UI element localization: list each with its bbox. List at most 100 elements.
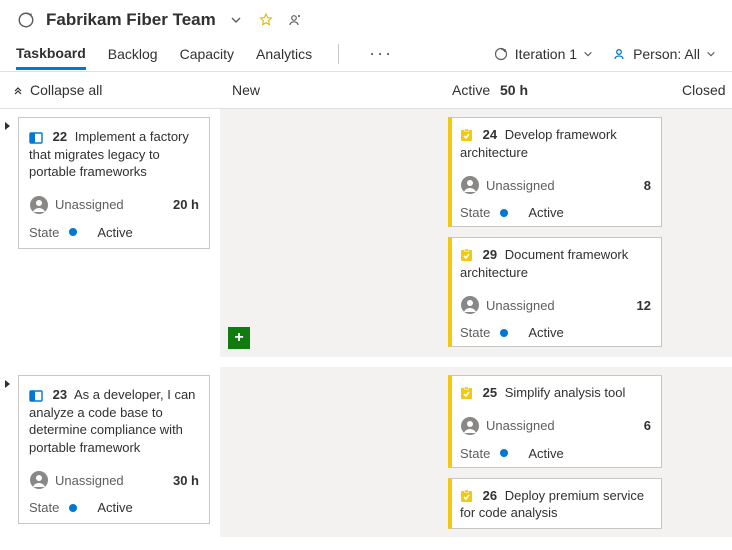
unassigned-icon xyxy=(460,175,480,195)
assignee[interactable]: Unassigned xyxy=(29,470,124,490)
task-icon xyxy=(460,249,473,262)
chevron-down-icon xyxy=(706,49,716,59)
column-active-label: Active xyxy=(452,82,490,98)
assignee-label: Unassigned xyxy=(55,197,124,212)
chevron-down-icon[interactable] xyxy=(226,10,246,30)
task-icon xyxy=(460,387,473,400)
new-cell[interactable] xyxy=(220,367,440,537)
add-task-button[interactable]: + xyxy=(228,327,250,349)
new-cell[interactable]: + xyxy=(220,109,440,357)
column-active-hours: 50 h xyxy=(500,82,528,98)
card-id: 24 xyxy=(483,127,497,142)
more-menu[interactable]: ··· xyxy=(365,43,397,64)
assignee-label: Unassigned xyxy=(486,418,555,433)
state-value: Active xyxy=(528,325,563,340)
card-hours: 6 xyxy=(644,418,651,433)
column-new-header: New xyxy=(220,72,440,108)
task-card[interactable]: 24 Develop framework architecture Unassi… xyxy=(448,117,662,227)
people-icon[interactable] xyxy=(286,10,306,30)
story-card[interactable]: 22 Implement a factory that migrates leg… xyxy=(18,117,210,249)
state-label: State xyxy=(29,225,59,240)
task-card[interactable]: 25 Simplify analysis tool Unassigned 6 S… xyxy=(448,375,662,468)
task-icon xyxy=(460,490,473,503)
divider xyxy=(338,44,339,64)
unassigned-icon xyxy=(29,470,49,490)
collapse-icon xyxy=(12,84,24,96)
card-title: 29 Document framework architecture xyxy=(460,246,651,281)
column-active-header: Active 50 h xyxy=(440,72,670,108)
card-title: 23 As a developer, I can analyze a code … xyxy=(29,386,199,456)
state-label: State xyxy=(460,446,490,461)
page-header: Fabrikam Fiber Team xyxy=(0,0,732,36)
person-filter[interactable]: Person: All xyxy=(611,46,716,62)
team-icon xyxy=(16,10,36,30)
state-row: State Active xyxy=(460,446,651,461)
column-closed-header: Closed xyxy=(670,72,732,108)
tab-backlog[interactable]: Backlog xyxy=(108,40,158,68)
unassigned-icon xyxy=(29,195,49,215)
assignee-label: Unassigned xyxy=(486,178,555,193)
column-headers: Collapse all New Active 50 h Closed xyxy=(0,72,732,109)
state-dot-icon xyxy=(69,504,77,512)
task-card[interactable]: 26 Deploy premium service for code analy… xyxy=(448,478,662,529)
state-value: Active xyxy=(528,446,563,461)
closed-cell[interactable] xyxy=(670,367,732,537)
iteration-selector[interactable]: Iteration 1 xyxy=(493,46,593,62)
iteration-label: Iteration 1 xyxy=(515,46,577,62)
state-value: Active xyxy=(97,500,132,515)
card-id: 29 xyxy=(483,247,497,262)
state-row: State Active xyxy=(460,205,651,220)
story-icon xyxy=(29,132,43,144)
card-title: 25 Simplify analysis tool xyxy=(460,384,651,402)
card-id: 26 xyxy=(483,488,497,503)
unassigned-icon xyxy=(460,416,480,436)
tab-analytics[interactable]: Analytics xyxy=(256,40,312,68)
story-card[interactable]: 23 As a developer, I can analyze a code … xyxy=(18,375,210,524)
tab-capacity[interactable]: Capacity xyxy=(180,40,234,68)
person-icon xyxy=(611,46,627,62)
state-row: State Active xyxy=(29,500,199,515)
card-title: 24 Develop framework architecture xyxy=(460,126,651,161)
swimlane-row: 22 Implement a factory that migrates leg… xyxy=(0,109,732,357)
card-hours: 12 xyxy=(637,298,651,313)
star-icon[interactable] xyxy=(256,10,276,30)
collapse-all-label: Collapse all xyxy=(30,82,102,98)
assignee-label: Unassigned xyxy=(55,473,124,488)
state-row: State Active xyxy=(29,225,199,240)
assignee[interactable]: Unassigned xyxy=(460,295,555,315)
card-title: 22 Implement a factory that migrates leg… xyxy=(29,128,199,181)
card-text: Simplify analysis tool xyxy=(505,385,626,400)
task-icon xyxy=(460,129,473,142)
assignee-label: Unassigned xyxy=(486,298,555,313)
team-name[interactable]: Fabrikam Fiber Team xyxy=(46,10,216,30)
tab-taskboard[interactable]: Taskboard xyxy=(16,39,86,70)
state-value: Active xyxy=(528,205,563,220)
state-label: State xyxy=(460,205,490,220)
tab-bar: Taskboard Backlog Capacity Analytics ···… xyxy=(0,36,732,72)
state-row: State Active xyxy=(460,325,651,340)
person-filter-label: Person: All xyxy=(633,46,700,62)
card-hours: 30 h xyxy=(173,473,199,488)
card-id: 23 xyxy=(53,387,67,402)
card-hours: 8 xyxy=(644,178,651,193)
task-card[interactable]: 29 Document framework architecture Unass… xyxy=(448,237,662,347)
closed-cell[interactable] xyxy=(670,109,732,357)
unassigned-icon xyxy=(460,295,480,315)
assignee[interactable]: Unassigned xyxy=(460,175,555,195)
assignee[interactable]: Unassigned xyxy=(460,416,555,436)
state-label: State xyxy=(460,325,490,340)
active-cell[interactable]: 25 Simplify analysis tool Unassigned 6 S… xyxy=(440,367,670,537)
state-dot-icon xyxy=(500,209,508,217)
active-cell[interactable]: 24 Develop framework architecture Unassi… xyxy=(440,109,670,357)
state-dot-icon xyxy=(500,449,508,457)
card-id: 25 xyxy=(483,385,497,400)
card-title: 26 Deploy premium service for code analy… xyxy=(460,487,651,522)
card-hours: 20 h xyxy=(173,197,199,212)
collapse-all-button[interactable]: Collapse all xyxy=(0,72,220,108)
assignee[interactable]: Unassigned xyxy=(29,195,124,215)
state-dot-icon xyxy=(69,228,77,236)
story-cell: 23 As a developer, I can analyze a code … xyxy=(0,367,220,537)
state-value: Active xyxy=(97,225,132,240)
chevron-down-icon xyxy=(583,49,593,59)
state-dot-icon xyxy=(500,329,508,337)
